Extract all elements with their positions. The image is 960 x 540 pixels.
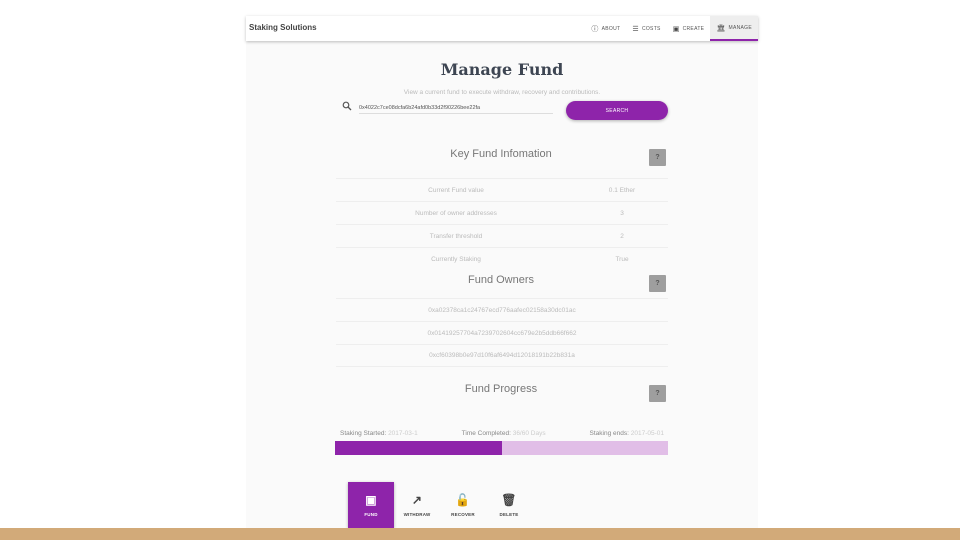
table-row: Currently Staking True (336, 247, 668, 270)
row-value: 2 (620, 232, 624, 240)
owner-address: 0xcf60398b0e97d10f6af6494d12018191b22b83… (336, 344, 668, 367)
app-window: Staking Solutions ⓘ ABOUT ☰ COSTS ▣ CREA… (246, 16, 758, 528)
nav-about-label: ABOUT (601, 25, 621, 32)
page-title: Manage Fund (440, 60, 564, 79)
info-icon: ⓘ (591, 25, 599, 33)
bank-icon: 🏛 (716, 24, 726, 32)
search-input[interactable] (359, 102, 553, 114)
key-info-table: Current Fund value 0.1 Ether Number of o… (336, 178, 668, 270)
progress-bar-fill (335, 441, 502, 455)
recover-label: RECOVER (451, 511, 475, 517)
delete-label: DELETE (499, 511, 519, 517)
table-row: Number of owner addresses 3 (336, 201, 668, 224)
wallet-icon: ▣ (672, 25, 680, 33)
row-label: Transfer threshold (429, 232, 483, 240)
nav-costs[interactable]: ☰ COSTS (626, 16, 666, 41)
key-info-help-button[interactable]: ? (649, 149, 666, 166)
owners-title: Fund Owners (467, 274, 535, 286)
nav-costs-label: COSTS (641, 25, 661, 32)
staking-started: Staking Started: 2017-03-1 (340, 430, 418, 437)
nav-create[interactable]: ▣ CREATE (667, 16, 711, 41)
owners-list: 0xa02378ca1c24767ecd776aafec02158a30dc01… (336, 298, 668, 367)
search-button[interactable]: SEARCH (566, 101, 668, 120)
trash-icon: 🗑 (501, 492, 517, 507)
search-icon (342, 101, 352, 111)
key-info-title: Key Fund Infomation (450, 148, 552, 160)
staking-started-value: 2017-03-1 (388, 430, 418, 437)
time-completed-label: Time Completed: (461, 430, 511, 437)
staking-ends: Staking ends: 2017-05-01 (590, 430, 664, 437)
staking-ends-value: 2017-05-01 (630, 430, 664, 437)
progress-labels: Staking Started: 2017-03-1 Time Complete… (340, 430, 664, 437)
fund-button[interactable]: ▣ FUND (348, 482, 394, 528)
brand-title: Staking Solutions (249, 23, 317, 32)
top-nav: ⓘ ABOUT ☰ COSTS ▣ CREATE 🏛 MANAGE (585, 16, 758, 41)
wallet-icon: ▣ (365, 492, 377, 507)
owner-address: 0x01419257704a7239702604cc679e2b5ddb66f6… (336, 321, 668, 344)
page-subtitle: View a current fund to execute withdraw,… (403, 89, 601, 96)
recover-button[interactable]: 🔓 RECOVER (440, 482, 486, 528)
progress-help-button[interactable]: ? (649, 385, 666, 402)
fund-label: FUND (364, 511, 378, 517)
row-label: Currently Staking (431, 255, 481, 263)
nav-create-label: CREATE (682, 25, 705, 32)
lock-icon: 🔓 (455, 492, 471, 507)
time-completed-value: 36/60 Days (512, 430, 546, 437)
row-label: Current Fund value (428, 186, 484, 194)
footer-band (0, 528, 960, 540)
progress-bar (335, 441, 668, 455)
stage: Staking Solutions ⓘ ABOUT ☰ COSTS ▣ CREA… (0, 0, 960, 540)
table-row: Current Fund value 0.1 Ether (336, 178, 668, 201)
delete-button[interactable]: 🗑 DELETE (486, 482, 532, 528)
owners-help-button[interactable]: ? (649, 275, 666, 292)
action-bar: ▣ FUND ↗ WITHDRAW 🔓 RECOVER 🗑 DELETE (348, 482, 532, 528)
row-value: True (615, 255, 629, 263)
withdraw-button[interactable]: ↗ WITHDRAW (394, 482, 440, 528)
row-value: 3 (620, 209, 624, 217)
withdraw-label: WITHDRAW (403, 511, 431, 517)
progress-title: Fund Progress (464, 383, 538, 395)
row-value: 0.1 Ether (608, 186, 636, 194)
nav-about[interactable]: ⓘ ABOUT (585, 16, 626, 41)
top-app-bar: Staking Solutions ⓘ ABOUT ☰ COSTS ▣ CREA… (246, 16, 758, 41)
staking-ends-label: Staking ends: (589, 430, 629, 437)
table-row: Transfer threshold 2 (336, 224, 668, 247)
nav-manage[interactable]: 🏛 MANAGE (710, 16, 758, 41)
arrow-up-right-icon: ↗ (411, 492, 423, 507)
staking-started-label: Staking Started: (340, 430, 387, 437)
time-completed: Time Completed: 36/60 Days (462, 430, 546, 437)
owner-address: 0xa02378ca1c24767ecd776aafec02158a30dc01… (336, 298, 668, 321)
list-icon: ☰ (632, 25, 639, 33)
row-label: Number of owner addresses (415, 209, 497, 217)
nav-manage-label: MANAGE (728, 24, 752, 31)
